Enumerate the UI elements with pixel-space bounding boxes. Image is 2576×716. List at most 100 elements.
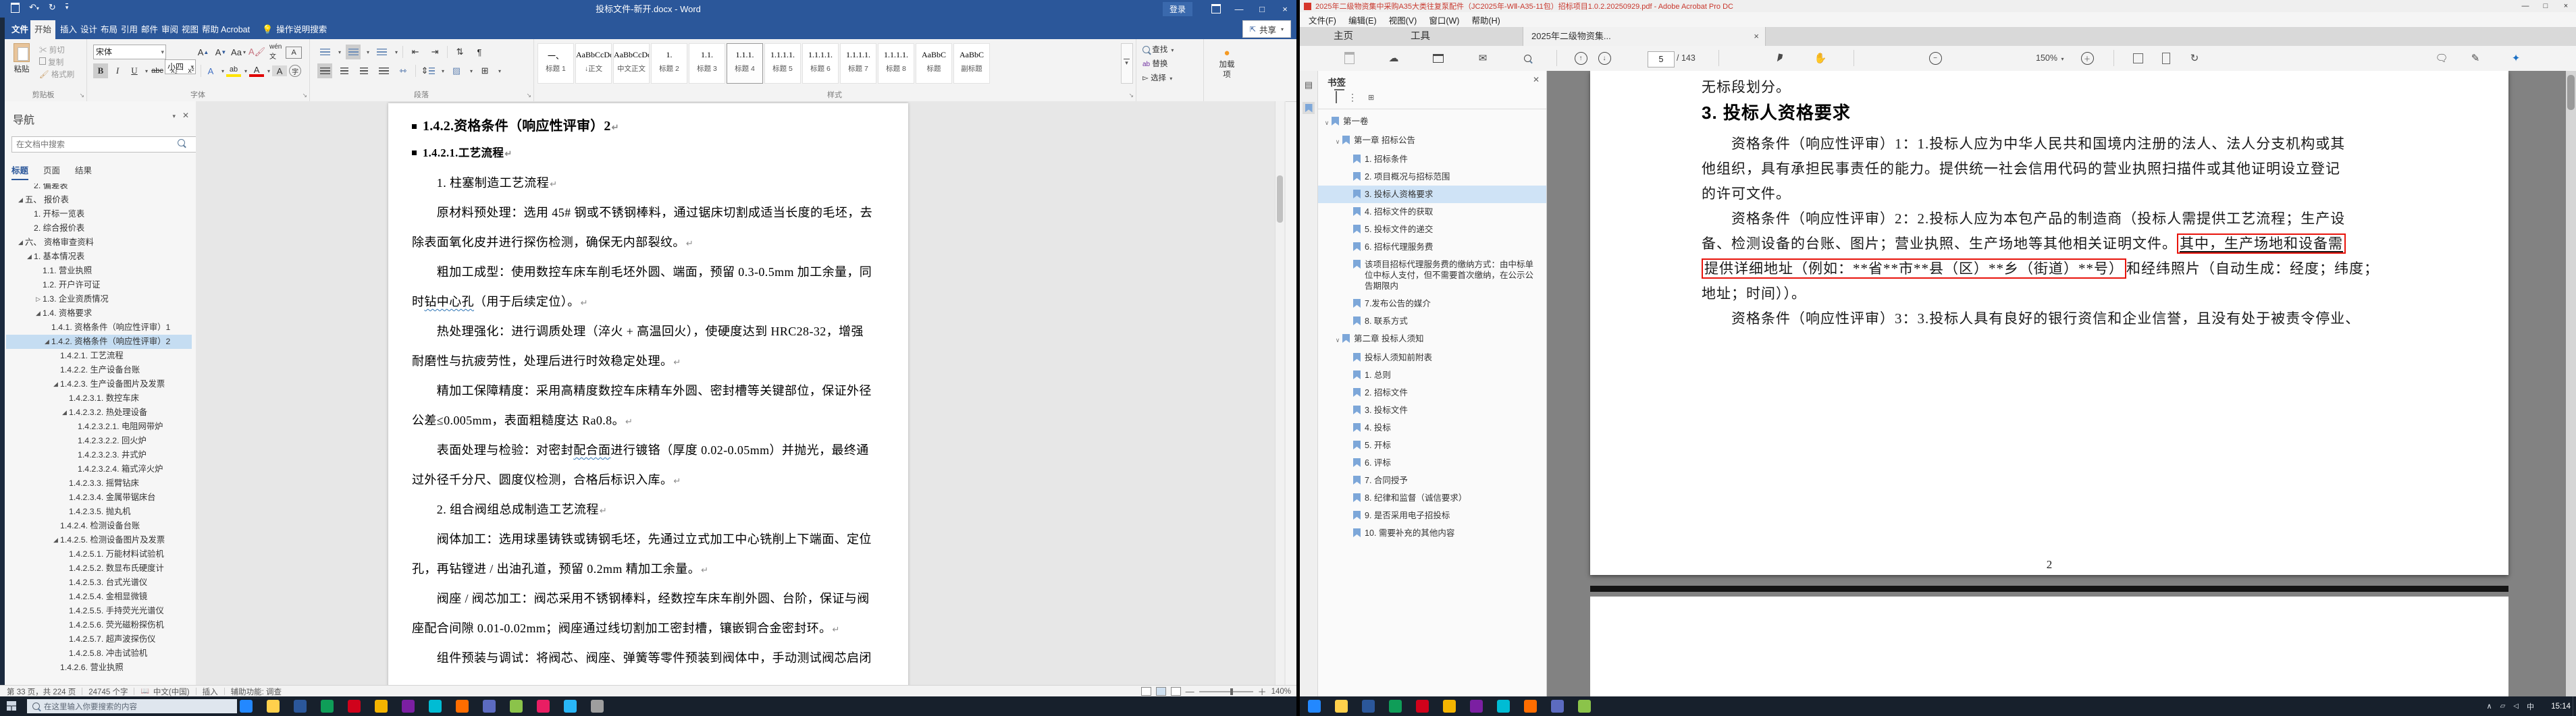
nav-heading-item[interactable]: 1. 开标一览表	[6, 207, 192, 221]
single-page-icon[interactable]	[2159, 51, 2174, 65]
bookmark-caret-icon[interactable]: ∨	[1322, 116, 1332, 128]
taskbar-app-icon[interactable]	[1497, 700, 1510, 713]
styles-more-button[interactable]: ▾	[1121, 43, 1133, 84]
bookmark-item[interactable]: 1. 招标条件	[1318, 150, 1546, 168]
nav-heading-item[interactable]: ◢ 五、 报价表	[6, 193, 192, 207]
tree-caret-icon[interactable]: ◢	[51, 377, 60, 391]
comment-icon[interactable]: 🗨	[2434, 51, 2449, 65]
previous-page-icon[interactable]: ↑	[1573, 51, 1588, 65]
borders-icon[interactable]: ⊞	[477, 63, 492, 78]
word-scrollbar-thumb[interactable]	[1277, 175, 1283, 223]
style-item[interactable]: AaBbC 副标题	[953, 43, 990, 84]
phonetic-guide-icon[interactable]: wén 文	[268, 43, 283, 61]
zoom-out-icon[interactable]: −	[1928, 51, 1943, 65]
grow-font-icon[interactable]: A ▲	[196, 45, 211, 59]
close-button[interactable]: ×	[1273, 0, 1296, 18]
nav-heading-item[interactable]: 1.4.1. 资格条件（响应性评审）1	[6, 321, 192, 335]
bookmark-item[interactable]: 8. 纪律和监督（诚信要求）	[1318, 489, 1546, 507]
style-item[interactable]: 1.1.1.1. 标题 5	[764, 43, 801, 84]
tell-me-search[interactable]: 💡 操作说明搜索	[262, 20, 327, 39]
signin-button[interactable]: 登录	[1162, 1, 1192, 16]
superscript-button[interactable]: x²	[184, 63, 199, 78]
pdf-scrollbar[interactable]	[2566, 71, 2576, 696]
bookmark-item[interactable]: 3. 投标文件	[1318, 402, 1546, 419]
taskbar-app-icon[interactable]	[1335, 700, 1348, 713]
bookmark-caret-icon[interactable]: ∨	[1333, 135, 1342, 147]
underline-button[interactable]: U	[127, 63, 142, 78]
maximize-button[interactable]: □	[1251, 0, 1273, 18]
highlight-icon[interactable]: ✎	[2468, 51, 2483, 65]
nav-heading-item[interactable]: 1.4.2.3.4. 金属带锯床台	[6, 491, 192, 505]
bookmark-item[interactable]: 7.发布公告的媒介	[1318, 295, 1546, 312]
bookmark-item[interactable]: 9. 是否采用电子招投标	[1318, 507, 1546, 524]
highlight-color-icon[interactable]: ab	[226, 65, 242, 77]
navigation-options-icon[interactable]: ▾	[172, 113, 176, 120]
bookmark-item[interactable]: 2. 项目概况与招标范围	[1318, 168, 1546, 186]
tray-expand-icon[interactable]: ∧	[2487, 702, 2492, 711]
paste-button[interactable]: 粘贴	[8, 43, 35, 74]
distribute-icon[interactable]: ⇿	[396, 63, 411, 78]
replace-button[interactable]: ab 替换	[1142, 57, 1174, 72]
bold-button[interactable]: B	[93, 63, 108, 78]
bookmark-item[interactable]: 10. 需要补充的其他内容	[1318, 524, 1546, 542]
strikethrough-button[interactable]: abc	[150, 63, 165, 78]
navigation-close-icon[interactable]: ✕	[182, 111, 189, 120]
bullets-icon[interactable]	[317, 45, 332, 59]
hand-tool-icon[interactable]: ✋	[1813, 51, 1828, 65]
nav-search-icon[interactable]	[178, 139, 185, 146]
taskbar-app-icon[interactable]	[1389, 700, 1402, 713]
taskbar-app-icon[interactable]	[1443, 700, 1456, 713]
menu-2[interactable]: 编辑(E)	[1342, 13, 1383, 26]
word-count[interactable]: 24745 个字	[88, 686, 128, 697]
nav-heading-item[interactable]: 1.4.2.5.3. 台式光谱仪	[6, 576, 192, 590]
nav-heading-item[interactable]: 1.4.2.3.5. 抛丸机	[6, 505, 192, 519]
subscript-button[interactable]: x₂	[167, 63, 182, 78]
taskbar-app-icon[interactable]	[240, 700, 253, 713]
ribbon-tab-1[interactable]: 开始	[30, 20, 56, 39]
nav-heading-item[interactable]: 1.4.2.5.6. 荧光磁粉探伤机	[6, 618, 192, 632]
bookmark-item[interactable]: ∨ 第二章 投标人须知	[1318, 330, 1546, 349]
bookmark-item[interactable]: 6. 评标	[1318, 454, 1546, 472]
page-number-input[interactable]	[1648, 51, 1675, 67]
search-icon[interactable]	[1520, 51, 1535, 65]
taskbar-app-icon[interactable]	[1362, 700, 1375, 713]
pdf-content-area[interactable]: 无标段划分。 3. 投标人资格要求 资格条件（响应性评审）1：1.投标人应为中华…	[1547, 71, 2576, 696]
share-button[interactable]: ⇱ 共享 ▾	[1242, 20, 1291, 38]
nav-heading-item[interactable]: 1.4.2.3.2.2. 回火炉	[6, 434, 192, 448]
taskbar-search[interactable]: 在这里输入你要搜索的内容	[27, 699, 237, 713]
nav-heading-item[interactable]: 2. 偏差表	[6, 184, 192, 193]
email-icon[interactable]: ✉	[1475, 51, 1490, 65]
nav-heading-item[interactable]: 1.4.2.3.2.1. 电阻网带炉	[6, 420, 192, 434]
nav-heading-item[interactable]: 1.4.2.5.8. 冲击试验机	[6, 646, 192, 661]
taskbar-app-icon[interactable]	[1551, 700, 1564, 713]
ribbon-tab-10[interactable]: Acrobat	[217, 20, 254, 39]
bookmark-item[interactable]: 1. 总则	[1318, 366, 1546, 384]
accessibility-status[interactable]: 辅助功能: 调查	[231, 686, 282, 697]
rotate-view-icon[interactable]: ↻	[2187, 51, 2202, 65]
tree-caret-icon[interactable]: ◢	[16, 193, 25, 207]
taskbar-app-icon[interactable]	[348, 700, 361, 713]
style-item[interactable]: 1.1.1.1. 标题 6	[802, 43, 839, 84]
increase-indent-icon[interactable]: ⇥	[427, 45, 442, 59]
select-tool-icon[interactable]	[1772, 51, 1787, 65]
nav-heading-item[interactable]: 1.4.2.1. 工艺流程	[6, 349, 192, 363]
tree-caret-icon[interactable]: ◢	[43, 335, 51, 349]
taskbar-app-icon[interactable]	[1524, 700, 1537, 713]
nav-heading-item[interactable]: 1.4.2.3.2.4. 箱式淬火炉	[6, 462, 192, 476]
nav-heading-item[interactable]: 1.2. 开户许可证	[6, 278, 192, 292]
nav-heading-item[interactable]: ◢ 1.4.2. 资格条件（响应性评审）2	[6, 335, 192, 349]
tab-document[interactable]: 2025年二级物资集... ×	[1523, 27, 1766, 46]
nav-heading-item[interactable]: 1.4.2.5.5. 手持荧光光谱仪	[6, 604, 192, 618]
tree-caret-icon[interactable]: ◢	[34, 306, 43, 321]
shading-icon[interactable]: ▨	[449, 63, 464, 78]
acrobat-maximize-button[interactable]: □	[2535, 0, 2556, 11]
proofing-icon[interactable]: 📖	[140, 688, 149, 695]
zoom-slider[interactable]	[1199, 688, 1253, 695]
taskbar-app-icon[interactable]	[402, 700, 415, 713]
nav-tab-3[interactable]: 结果	[75, 163, 92, 180]
ai-share-icon[interactable]: ✦	[2508, 51, 2523, 65]
tree-caret-icon[interactable]: ▷	[34, 292, 43, 306]
nav-heading-item[interactable]: 1.4.2.5.1. 万能材料试验机	[6, 547, 192, 561]
nav-heading-item[interactable]: 1.4.2.6. 营业执照	[6, 661, 192, 675]
page-thumbnails-icon[interactable]: ▤	[1303, 79, 1315, 91]
